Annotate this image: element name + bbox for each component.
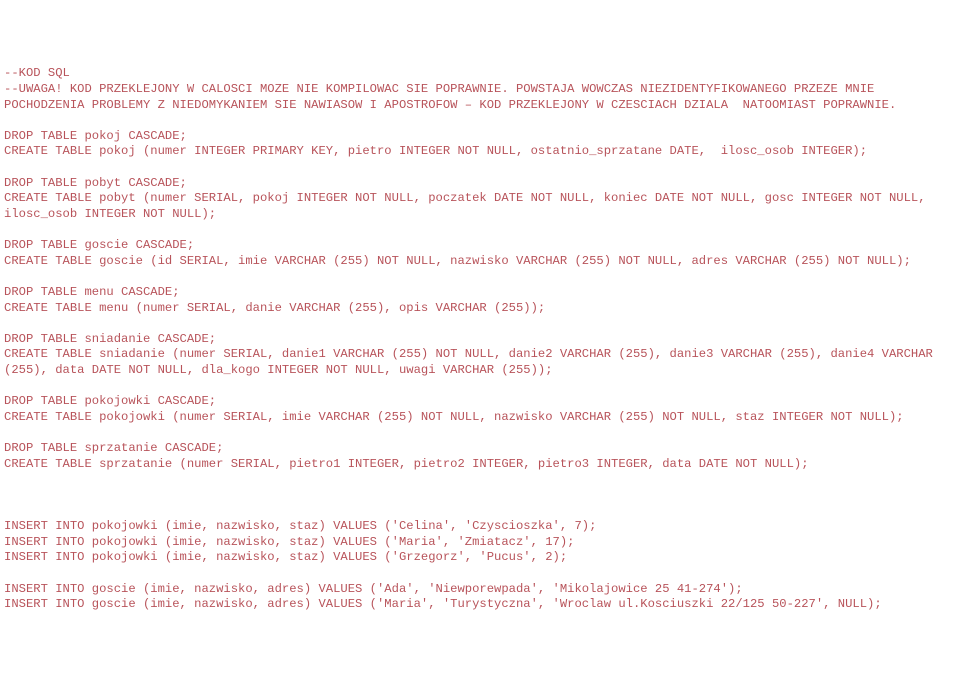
sql-code-block: --KOD SQL --UWAGA! KOD PRZEKLEJONY W CAL… — [4, 66, 955, 612]
sql-header-comment: --KOD SQL --UWAGA! KOD PRZEKLEJONY W CAL… — [4, 66, 896, 111]
sql-block-1: DROP TABLE pobyt CASCADE; CREATE TABLE p… — [4, 176, 933, 221]
sql-insert-goscie-1: INSERT INTO goscie (imie, nazwisko, adre… — [4, 597, 882, 611]
sql-block-2: DROP TABLE goscie CASCADE; CREATE TABLE … — [4, 238, 911, 268]
sql-insert-pokojowki-0: INSERT INTO pokojowki (imie, nazwisko, s… — [4, 519, 596, 533]
sql-insert-pokojowki-2: INSERT INTO pokojowki (imie, nazwisko, s… — [4, 550, 567, 564]
sql-block-0: DROP TABLE pokoj CASCADE; CREATE TABLE p… — [4, 129, 867, 159]
sql-block-4: DROP TABLE sniadanie CASCADE; CREATE TAB… — [4, 332, 940, 377]
sql-insert-pokojowki-1: INSERT INTO pokojowki (imie, nazwisko, s… — [4, 535, 574, 549]
sql-block-6: DROP TABLE sprzatanie CASCADE; CREATE TA… — [4, 441, 809, 471]
sql-block-5: DROP TABLE pokojowki CASCADE; CREATE TAB… — [4, 394, 904, 424]
sql-block-3: DROP TABLE menu CASCADE; CREATE TABLE me… — [4, 285, 545, 315]
sql-insert-goscie-0: INSERT INTO goscie (imie, nazwisko, adre… — [4, 582, 743, 596]
